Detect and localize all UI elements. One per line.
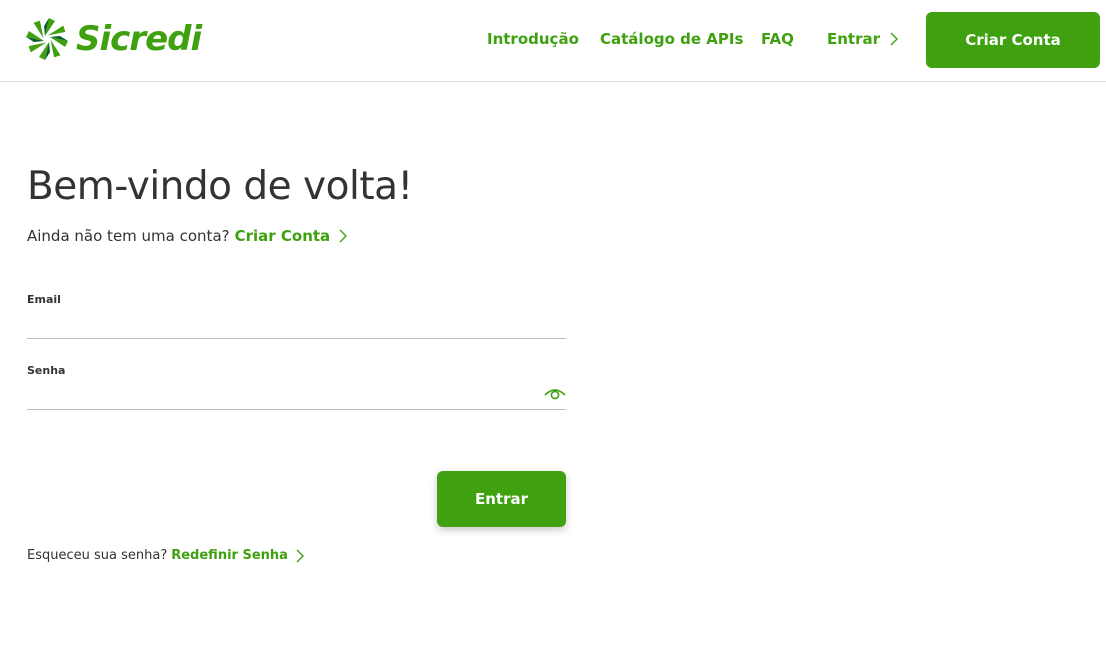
signup-prompt: Ainda não tem uma conta? Criar Conta xyxy=(27,227,348,245)
submit-button[interactable]: Entrar xyxy=(437,471,566,527)
chevron-right-icon xyxy=(339,229,348,243)
password-label: Senha xyxy=(27,364,66,377)
top-navigation-bar: Sicredi Introdução Catálogo de APIs FAQ … xyxy=(0,0,1106,82)
no-account-text: Ainda não tem uma conta? xyxy=(27,227,230,245)
eye-icon[interactable] xyxy=(543,386,567,402)
chevron-right-icon xyxy=(890,32,899,46)
page-title: Bem-vindo de volta! xyxy=(27,164,413,209)
nav-link-introducao[interactable]: Introdução xyxy=(487,28,579,50)
nav-link-entrar[interactable]: Entrar xyxy=(827,28,899,50)
password-field[interactable] xyxy=(27,380,566,410)
forgot-password-prompt: Esqueceu sua senha? Redefinir Senha xyxy=(27,548,304,563)
email-label: Email xyxy=(27,293,61,306)
nav-link-faq[interactable]: FAQ xyxy=(761,28,794,50)
email-field[interactable] xyxy=(27,309,566,339)
forgot-password-text: Esqueceu sua senha? xyxy=(27,548,168,563)
reset-password-link[interactable]: Redefinir Senha xyxy=(171,548,288,563)
chevron-right-icon xyxy=(296,549,304,562)
create-account-button[interactable]: Criar Conta xyxy=(926,12,1100,68)
create-account-link[interactable]: Criar Conta xyxy=(235,227,331,245)
nav-link-catalogo-apis[interactable]: Catálogo de APIs xyxy=(600,28,743,50)
nav-entrar-label: Entrar xyxy=(827,30,881,48)
